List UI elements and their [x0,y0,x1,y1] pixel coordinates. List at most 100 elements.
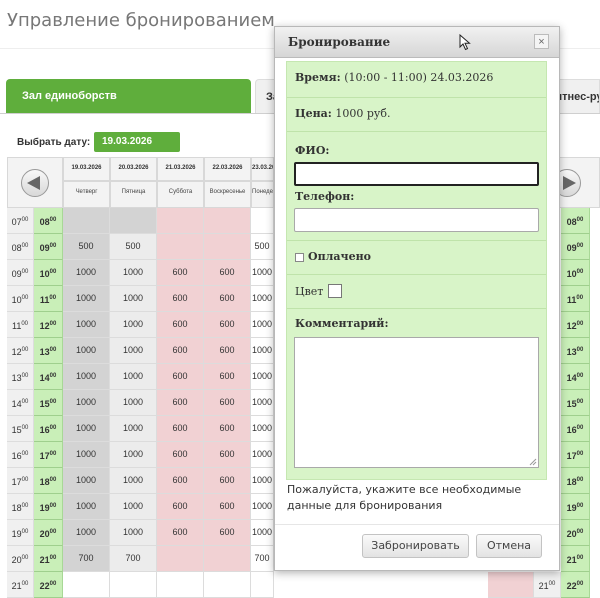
booking-slot-cell[interactable]: 1000 [63,494,110,520]
cancel-button[interactable]: Отмена [476,534,542,558]
booking-slot-cell[interactable]: 700 [251,546,274,572]
booking-slot-cell[interactable]: 1000 [251,520,274,546]
booking-slot-cell[interactable]: 1000 [110,338,157,364]
fio-input[interactable] [294,162,539,186]
booking-slot-cell[interactable]: 1000 [251,442,274,468]
booking-slot-cell[interactable]: 600 [204,338,251,364]
page-title: Управление бронированием [7,10,275,31]
booking-slot-cell[interactable]: 500 [63,234,110,260]
booking-slot-cell[interactable]: 1000 [251,338,274,364]
booking-slot-cell[interactable] [157,572,204,598]
booking-slot-cell[interactable] [110,572,157,598]
time-start-cell: 0900 [7,260,34,286]
booking-slot-cell[interactable] [204,234,251,260]
booking-slot-cell[interactable]: 600 [157,520,204,546]
comment-textarea[interactable] [294,337,539,468]
booking-slot-cell[interactable]: 600 [157,338,204,364]
booking-slot-cell[interactable] [204,208,251,234]
form-divider [287,274,546,275]
booking-slot-cell[interactable]: 1000 [63,286,110,312]
time-end-cell: 1100 [34,286,63,312]
booking-slot-cell[interactable]: 600 [204,364,251,390]
color-swatch[interactable] [328,284,342,298]
booking-slot-cell[interactable] [204,572,251,598]
booking-slot-cell[interactable] [63,572,110,598]
booking-slot-cell[interactable]: 1000 [63,520,110,546]
booking-slot-cell[interactable] [110,208,157,234]
booking-slot-cell[interactable] [488,572,534,598]
booking-slot-cell[interactable] [251,208,274,234]
booking-slot-cell[interactable]: 600 [204,442,251,468]
booking-slot-cell[interactable]: 1000 [63,468,110,494]
booking-slot-cell[interactable]: 1000 [110,312,157,338]
booking-slot-cell[interactable] [251,572,274,598]
booking-slot-cell[interactable]: 1000 [251,390,274,416]
resize-grip-icon[interactable] [529,458,537,466]
booking-slot-cell[interactable] [157,208,204,234]
booking-slot-cell[interactable]: 1000 [251,260,274,286]
booking-slot-cell[interactable]: 1000 [110,416,157,442]
booking-slot-cell[interactable]: 1000 [63,416,110,442]
booking-slot-cell[interactable]: 1000 [110,260,157,286]
booking-slot-cell[interactable]: 1000 [63,338,110,364]
booking-slot-cell[interactable]: 600 [204,416,251,442]
booking-slot-cell[interactable]: 600 [157,494,204,520]
booking-slot-cell[interactable]: 700 [110,546,157,572]
prev-week-arrow-icon[interactable] [21,169,49,197]
booking-slot-cell[interactable]: 600 [157,364,204,390]
booking-slot-cell[interactable]: 1000 [110,468,157,494]
tab-martial-arts-hall[interactable]: Зал единоборств [6,79,251,113]
booking-slot-cell[interactable]: 1000 [63,442,110,468]
booking-slot-cell[interactable]: 700 [63,546,110,572]
booking-slot-cell[interactable]: 1000 [251,494,274,520]
booking-slot-cell[interactable]: 500 [251,234,274,260]
booking-slot-cell[interactable]: 1000 [251,312,274,338]
time-end-cell: 1200 [34,312,63,338]
booking-slot-cell[interactable]: 1000 [251,416,274,442]
booking-slot-cell[interactable]: 600 [204,260,251,286]
booking-slot-cell[interactable]: 1000 [110,286,157,312]
booking-slot-cell[interactable]: 1000 [110,520,157,546]
booking-slot-cell[interactable]: 500 [110,234,157,260]
dialog-header[interactable]: Бронирование × [275,27,559,58]
booking-slot-cell[interactable]: 600 [157,260,204,286]
booking-slot-cell[interactable]: 600 [204,494,251,520]
booking-slot-cell[interactable] [204,546,251,572]
dialog-close-icon[interactable]: × [534,34,549,49]
date-picker-input[interactable]: 19.03.2026 [94,132,180,152]
booking-slot-cell[interactable]: 600 [157,390,204,416]
booking-slot-cell[interactable]: 1000 [110,390,157,416]
dialog-title: Бронирование [288,35,391,49]
book-button[interactable]: Забронировать [362,534,469,558]
booking-slot-cell[interactable]: 1000 [63,260,110,286]
booking-slot-cell[interactable]: 600 [204,286,251,312]
booking-slot-cell[interactable]: 600 [204,390,251,416]
booking-slot-cell[interactable]: 600 [157,416,204,442]
booking-slot-cell[interactable]: 600 [157,468,204,494]
booking-slot-cell[interactable]: 1000 [251,364,274,390]
booking-slot-cell[interactable]: 1000 [63,312,110,338]
booking-slot-cell[interactable]: 600 [157,312,204,338]
booking-slot-cell[interactable] [157,546,204,572]
booking-slot-cell[interactable]: 1000 [110,442,157,468]
phone-label: Телефон: [295,190,355,203]
booking-slot-cell[interactable]: 1000 [110,494,157,520]
booking-slot-cell[interactable]: 600 [157,286,204,312]
time-end-cell: 2200 [561,572,590,598]
phone-input[interactable] [294,208,539,232]
booking-slot-cell[interactable]: 1000 [251,286,274,312]
booking-slot-cell[interactable]: 1000 [63,390,110,416]
booking-slot-cell[interactable]: 600 [204,520,251,546]
booking-slot-cell[interactable]: 1000 [63,364,110,390]
booking-slot-cell[interactable]: 600 [204,468,251,494]
time-end-cell: 0800 [34,208,63,234]
booking-slot-cell[interactable]: 600 [157,442,204,468]
booking-slot-cell[interactable]: 600 [204,312,251,338]
paid-checkbox[interactable] [295,253,304,262]
booking-slot-cell[interactable]: 1000 [110,364,157,390]
time-end-cell: 1900 [561,494,590,520]
booking-slot-cell[interactable]: 1000 [251,468,274,494]
time-end-cell: 1500 [34,390,63,416]
booking-slot-cell[interactable] [157,234,204,260]
booking-slot-cell[interactable] [63,208,110,234]
